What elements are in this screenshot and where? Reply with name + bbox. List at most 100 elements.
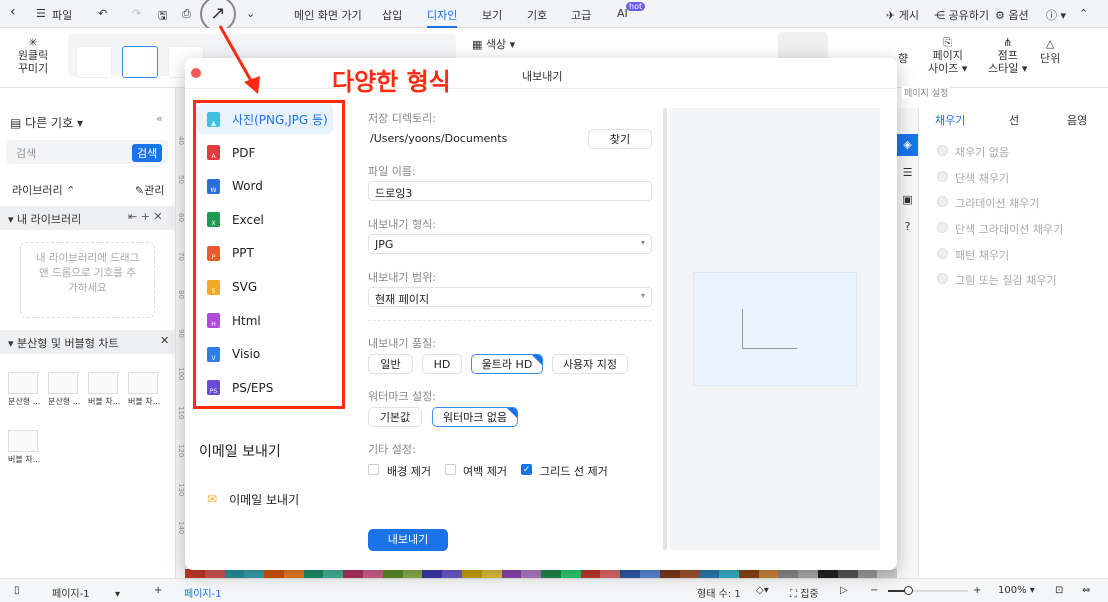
palette-swatch[interactable]	[422, 569, 443, 578]
menu-file[interactable]: 파일	[52, 7, 72, 23]
palette-swatch[interactable]	[738, 569, 759, 578]
palette-swatch[interactable]	[461, 569, 482, 578]
palette-swatch[interactable]	[204, 569, 225, 578]
fill-option[interactable]: 그림 또는 질감 채우기	[955, 272, 1057, 288]
help-icon[interactable]: ⓘ ▾	[1046, 7, 1066, 23]
palette-swatch[interactable]	[679, 569, 700, 578]
palette-swatch[interactable]	[837, 569, 858, 578]
range-select[interactable]: 현재 페이지 ▾	[368, 287, 652, 307]
remove-margin-checkbox[interactable]	[445, 464, 456, 475]
palette-swatch[interactable]	[283, 569, 304, 578]
publish-button[interactable]: ✈ 게시	[886, 7, 919, 23]
fit-width-icon[interactable]: ⇔	[1082, 585, 1090, 596]
save-icon[interactable]: 🖫	[158, 7, 167, 26]
theme-thumb[interactable]	[76, 46, 112, 78]
palette-swatch[interactable]	[580, 569, 601, 578]
focus-button[interactable]: ⛶ 집중	[790, 585, 819, 600]
file-menu-icon[interactable]: ☰	[36, 7, 46, 20]
format-item[interactable]: PS PS/EPS	[197, 373, 333, 403]
manage-button[interactable]: ✎관리	[135, 182, 164, 198]
remove-background-checkbox[interactable]	[368, 464, 379, 475]
library-drop-zone[interactable]: 내 라이브러리에 드래그 앤 드롭으로 기호를 추가하세요	[20, 242, 155, 318]
color-palette[interactable]	[185, 569, 898, 578]
scatter-category-header[interactable]: ▾ 분산형 및 버블형 차트 ✕	[0, 330, 175, 354]
my-library-header[interactable]: ▾ 내 라이브러리 ⇤ + ✕	[0, 206, 175, 230]
palette-swatch[interactable]	[699, 569, 720, 578]
format-item[interactable]: A PDF	[197, 138, 333, 168]
palette-swatch[interactable]	[481, 569, 502, 578]
share-button[interactable]: ⋲ 공유하기	[934, 7, 989, 23]
fill-radio[interactable]	[937, 273, 948, 284]
page-size-button[interactable]: ⎘ 페이지 사이즈 ▾	[928, 36, 967, 75]
presentation-icon[interactable]: ▣	[897, 193, 918, 206]
form-scrollbar[interactable]	[663, 108, 667, 550]
menu-view[interactable]: 보기	[482, 7, 502, 23]
layers-icon[interactable]: ◇▾	[756, 585, 769, 596]
import-add-close-icons[interactable]: ⇤ + ✕	[128, 210, 163, 223]
menu-design[interactable]: 디자인	[427, 7, 458, 28]
menu-home[interactable]: 메인 화면 가기	[294, 7, 362, 23]
palette-swatch[interactable]	[541, 569, 561, 578]
palette-swatch[interactable]	[620, 569, 640, 578]
symbol-thumb[interactable]: 분산형 ...	[8, 372, 40, 407]
undo-icon[interactable]: ↶	[98, 7, 107, 20]
fill-option[interactable]: 패턴 채우기	[955, 247, 1009, 263]
fill-radio[interactable]	[937, 171, 948, 182]
symbol-thumb[interactable]: 버블 차...	[8, 430, 40, 465]
browse-button[interactable]: 찾기	[588, 129, 652, 149]
help-icon[interactable]: ?	[897, 220, 918, 233]
remove-grid-checkbox[interactable]: ✓	[521, 464, 532, 475]
play-icon[interactable]: ▷	[840, 585, 848, 596]
format-select[interactable]: JPG ▾	[368, 234, 652, 254]
format-item[interactable]: X Excel	[197, 205, 333, 235]
tab-fill[interactable]: 채우기	[935, 112, 965, 128]
palette-swatch[interactable]	[521, 569, 542, 578]
orientation-button[interactable]: 향	[898, 50, 908, 66]
palette-swatch[interactable]	[560, 569, 581, 578]
palette-swatch[interactable]	[382, 569, 403, 578]
fill-radio[interactable]	[937, 248, 948, 259]
back-icon[interactable]: ‹	[10, 4, 16, 20]
close-icon[interactable]: ✕	[160, 334, 169, 347]
fill-bucket-icon[interactable]: ◈	[897, 134, 918, 156]
palette-swatch[interactable]	[402, 569, 423, 578]
zoom-slider[interactable]	[888, 586, 968, 595]
options-button[interactable]: ⚙ 옵션	[995, 7, 1029, 23]
zoom-level[interactable]: 100% ▾	[998, 585, 1035, 596]
filename-input[interactable]: 드로잉3	[368, 181, 652, 201]
fill-radio[interactable]	[937, 145, 948, 156]
palette-swatch[interactable]	[224, 569, 245, 578]
format-item[interactable]: W Word	[197, 171, 333, 201]
list-icon[interactable]: ☰	[897, 166, 918, 179]
fill-radio[interactable]	[937, 222, 948, 233]
add-page-icon[interactable]: +	[154, 585, 162, 596]
palette-swatch[interactable]	[442, 569, 462, 578]
format-item[interactable]: V Visio	[197, 339, 333, 369]
one-click-decorate-button[interactable]: ✳ 원클릭 꾸미기	[16, 36, 50, 75]
email-send-item[interactable]: ✉ 이메일 보내기	[197, 484, 333, 514]
quality-hd[interactable]: HD	[422, 354, 462, 374]
page-tab[interactable]: 페이지-1	[184, 585, 222, 600]
watermark-default[interactable]: 기본값	[368, 407, 422, 427]
palette-swatch[interactable]	[600, 569, 621, 578]
palette-swatch[interactable]	[857, 569, 878, 578]
page-select[interactable]: 페이지-1 ▾	[52, 585, 120, 600]
page-button[interactable]	[778, 32, 828, 60]
collapse-icon[interactable]: ⌃	[1079, 7, 1088, 20]
quality-custom[interactable]: 사용자 지정	[552, 354, 628, 374]
format-item[interactable]: S SVG	[197, 272, 333, 302]
export-button[interactable]: 내보내기	[368, 529, 448, 551]
palette-swatch[interactable]	[244, 569, 265, 578]
more-symbols-title[interactable]: ▤ 다른 기호 ▾	[10, 114, 83, 131]
symbol-thumb[interactable]: 버블 차...	[128, 372, 160, 407]
format-item[interactable]: H Html	[197, 306, 333, 336]
zoom-in-icon[interactable]: +	[973, 585, 981, 596]
collapse-panel-icon[interactable]: «	[156, 112, 163, 125]
fill-option[interactable]: 단색 채우기	[955, 170, 1009, 186]
page-view-icon[interactable]: ▯	[14, 585, 20, 596]
fill-option[interactable]: 단색 그라데이션 채우기	[955, 221, 1063, 237]
symbol-thumb[interactable]: 버블 차...	[88, 372, 120, 407]
palette-swatch[interactable]	[877, 569, 898, 578]
format-item[interactable]: P PPT	[197, 238, 333, 268]
fit-page-icon[interactable]: ⊡	[1055, 585, 1063, 596]
